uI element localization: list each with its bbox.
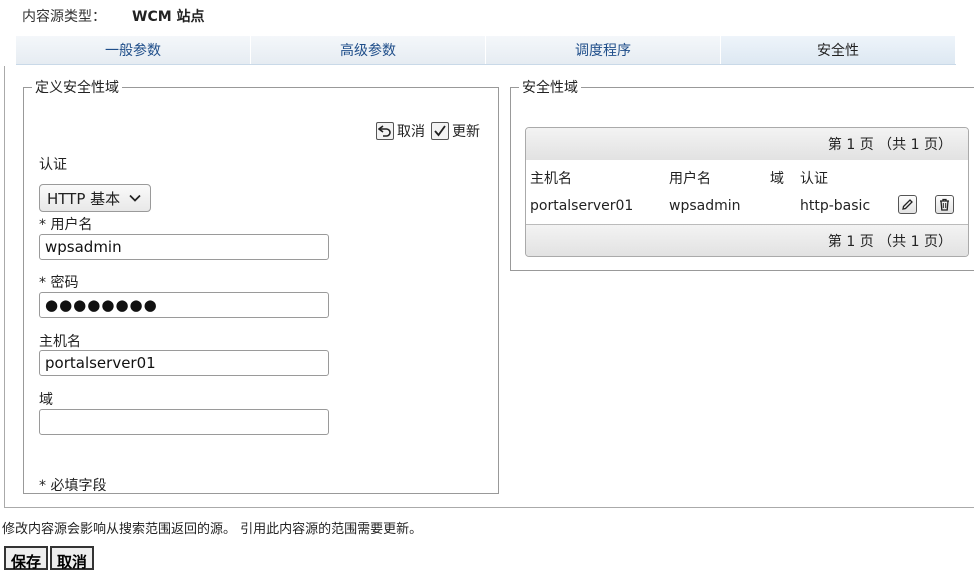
auth-label: 认证 xyxy=(39,157,67,173)
pager-top: 第 1 页 （共 1 页） xyxy=(526,128,968,160)
tab-general-params[interactable]: 一般参数 xyxy=(16,36,251,64)
col-header-user: 用户名 xyxy=(669,171,711,187)
cancel-button[interactable]: 取消 xyxy=(50,546,95,571)
edit-row-button[interactable] xyxy=(898,195,917,214)
content-source-type-value: WCM 站点 xyxy=(132,9,205,25)
security-domains-fieldset: 安全性域 第 1 页 （共 1 页） 主机名 用户名 域 认证 portalse… xyxy=(510,77,974,271)
username-field[interactable]: wpsadmin xyxy=(39,234,329,260)
delete-row-button[interactable] xyxy=(935,195,954,214)
tab-bar: 一般参数 高级参数 调度程序 安全性 xyxy=(16,36,956,65)
table-row: portalserver01 wpsadmin http-basic xyxy=(526,191,968,221)
define-security-domain-fieldset: 定义安全性域 取消 更新 认证 HTTP 基本 * 用户名 wpsadmin *… xyxy=(23,77,499,494)
cancel-edit-label: 取消 xyxy=(397,124,425,140)
row-auth: http-basic xyxy=(800,198,871,214)
password-label: * 密码 xyxy=(39,275,79,291)
update-label: 更新 xyxy=(452,124,480,140)
define-security-domain-legend: 定义安全性域 xyxy=(35,80,119,96)
security-domains-legend: 安全性域 xyxy=(522,80,578,96)
required-fields-note: * 必填字段 xyxy=(39,478,107,494)
col-header-host: 主机名 xyxy=(530,171,572,187)
content-source-type: 内容源类型： WCM 站点 xyxy=(22,6,205,26)
bottom-buttons: 保存 取消 xyxy=(4,546,95,571)
row-user: wpsadmin xyxy=(669,198,741,214)
table-header: 主机名 用户名 域 认证 xyxy=(526,161,968,191)
domain-label: 域 xyxy=(39,392,53,408)
update-button[interactable]: 更新 xyxy=(431,121,480,141)
trash-icon xyxy=(938,198,951,211)
security-domains-table: 第 1 页 （共 1 页） 主机名 用户名 域 认证 portalserver0… xyxy=(525,127,969,257)
auth-select[interactable]: HTTP 基本 xyxy=(39,184,151,212)
domain-field[interactable] xyxy=(39,409,329,435)
save-button[interactable]: 保存 xyxy=(4,546,49,571)
tab-scheduler[interactable]: 调度程序 xyxy=(486,36,721,64)
tab-security[interactable]: 安全性 xyxy=(721,36,956,64)
undo-icon xyxy=(376,122,394,140)
hostname-label: 主机名 xyxy=(39,334,81,350)
auth-select-value: HTTP 基本 xyxy=(47,189,121,208)
chevron-down-icon xyxy=(129,194,141,202)
username-label: * 用户名 xyxy=(39,217,93,233)
pager-bottom: 第 1 页 （共 1 页） xyxy=(526,224,968,256)
row-host: portalserver01 xyxy=(530,198,634,214)
change-notice: 修改内容源会影响从搜索范围返回的源。 引用此内容源的范围需要更新。 xyxy=(2,522,423,537)
col-header-domain: 域 xyxy=(770,171,784,187)
password-field[interactable]: ●●●●●●●● xyxy=(39,292,329,318)
checkmark-icon xyxy=(431,122,449,140)
security-panel: 定义安全性域 取消 更新 认证 HTTP 基本 * 用户名 wpsadmin *… xyxy=(4,66,974,508)
hostname-field[interactable]: portalserver01 xyxy=(39,350,329,376)
form-actions: 取消 更新 xyxy=(376,121,480,141)
pencil-icon xyxy=(901,198,914,211)
col-header-auth: 认证 xyxy=(800,171,828,187)
content-source-type-label: 内容源类型： xyxy=(22,9,106,25)
cancel-edit-button[interactable]: 取消 xyxy=(376,121,425,141)
tab-advanced-params[interactable]: 高级参数 xyxy=(251,36,486,64)
